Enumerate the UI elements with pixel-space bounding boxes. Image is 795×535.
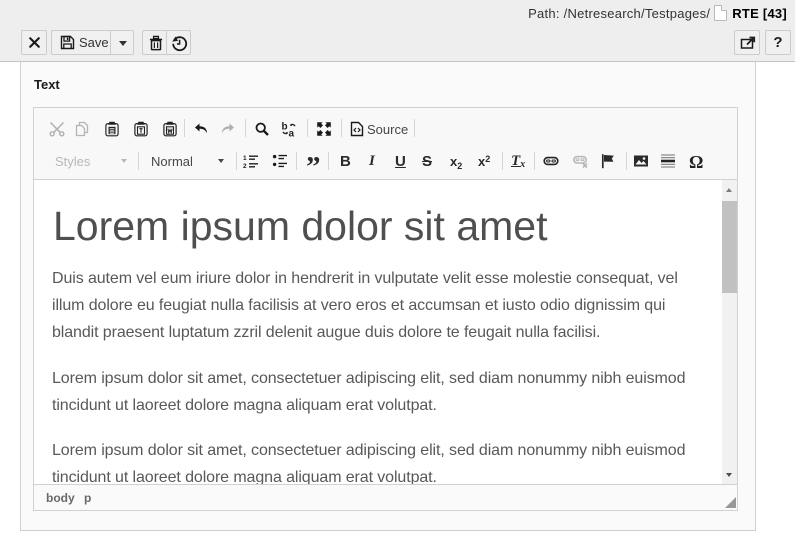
svg-text:1: 1 [243, 155, 247, 162]
svg-text:a: a [289, 129, 295, 138]
svg-text:2: 2 [243, 163, 247, 169]
svg-text:b: b [282, 122, 288, 133]
